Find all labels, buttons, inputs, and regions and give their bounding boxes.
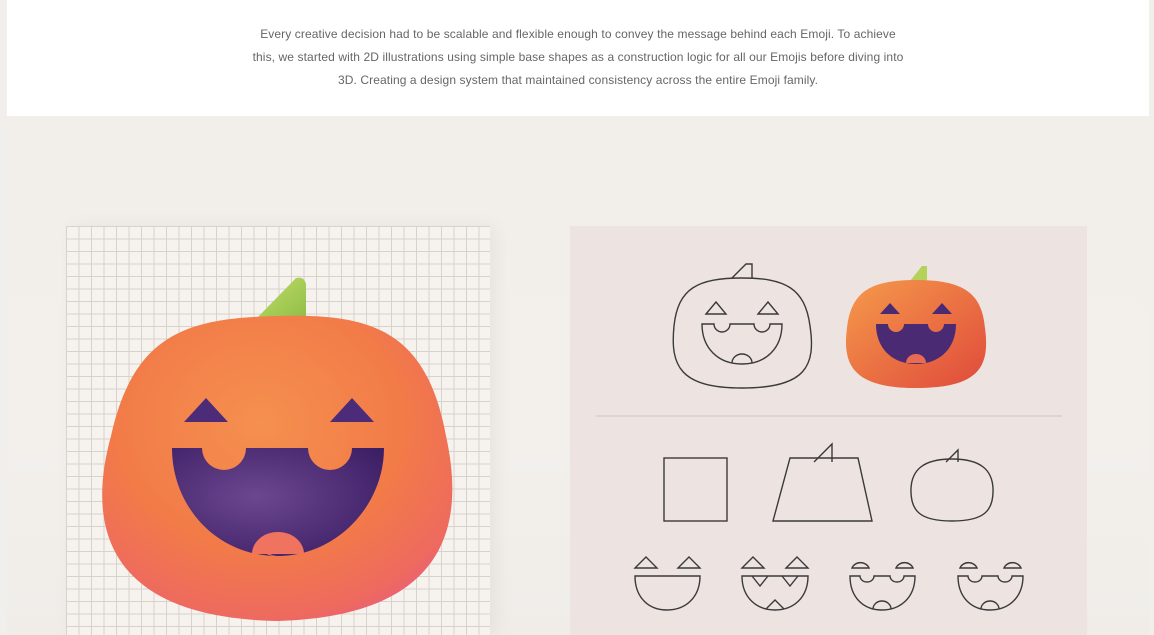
- pumpkin-flat-icon: [845, 266, 987, 388]
- rounded-pumpkin-shape-icon: [910, 448, 994, 522]
- trapezoid-shape-icon: [772, 442, 873, 522]
- construction-drawings: [596, 263, 1062, 611]
- intro-section: Every creative decision had to be scalab…: [7, 0, 1149, 116]
- face-variant-icon: [633, 556, 702, 611]
- face-variant-icon: [740, 556, 810, 611]
- grid-panel: [66, 226, 490, 635]
- face-variant-icon: [957, 562, 1024, 611]
- intro-text: Every creative decision had to be scalab…: [252, 27, 904, 87]
- stem: [254, 277, 306, 321]
- pumpkin-3d-icon: [102, 277, 453, 621]
- pumpkin-outline-icon: [672, 263, 813, 389]
- construction-panel: [570, 226, 1087, 635]
- square-shape-icon: [663, 457, 728, 522]
- face-variant-icon: [849, 562, 916, 611]
